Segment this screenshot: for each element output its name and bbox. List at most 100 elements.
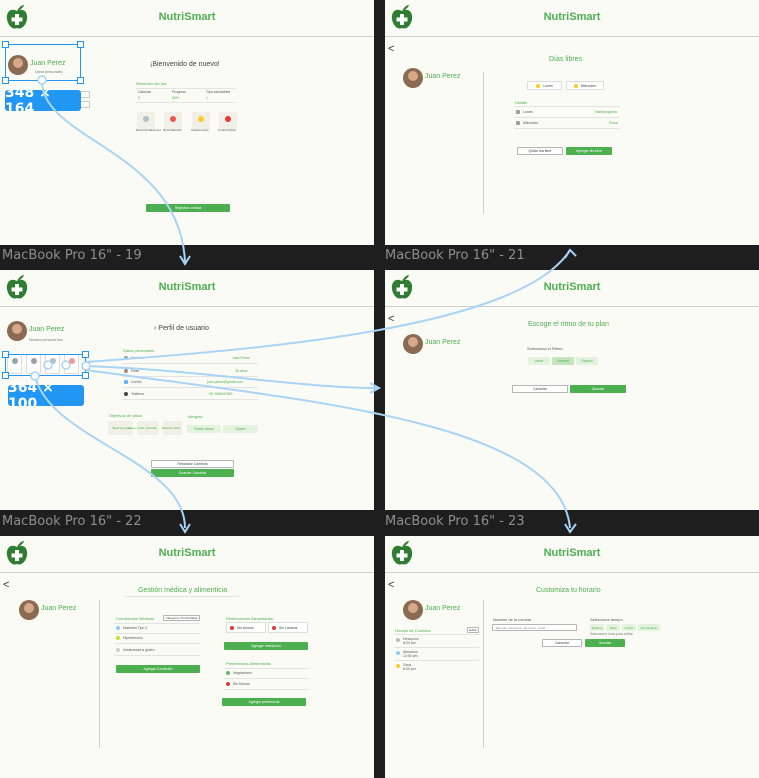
divider	[394, 660, 479, 661]
time-option[interactable]: Noche	[622, 624, 636, 631]
restore-changes-button[interactable]: Restaurar Cambios	[151, 460, 234, 468]
back-icon[interactable]: <	[388, 313, 394, 325]
title-frame	[125, 596, 239, 597]
resize-handle[interactable]	[82, 372, 89, 379]
resize-handle[interactable]	[77, 77, 84, 84]
sidebar-divider	[99, 600, 100, 748]
stat-value: 60%	[172, 96, 180, 100]
detail-food: Hamburguesa	[595, 110, 617, 114]
sidebar-divider	[483, 72, 484, 214]
save-button[interactable]: Guardar	[570, 385, 626, 393]
app-header: NutriSmart	[385, 0, 759, 37]
back-icon[interactable]: <	[388, 579, 394, 591]
arrow-head-icon	[564, 523, 577, 534]
page-title: Customiza tu horario	[536, 587, 601, 594]
condition-item: Intolerancia a gluten	[123, 648, 155, 652]
edit-schedule-button[interactable]: Editar	[467, 627, 479, 633]
resize-handle[interactable]	[2, 41, 9, 48]
bread-icon	[116, 648, 120, 652]
app-title: NutriSmart	[158, 11, 216, 23]
time-option[interactable]: Tarde	[606, 624, 620, 631]
register-meal-button[interactable]: Registrar comida	[146, 204, 230, 212]
resize-handle[interactable]	[77, 41, 84, 48]
add-preference-button[interactable]: Agregar preferencia	[222, 698, 306, 706]
add-restriction-button[interactable]: Agregar restricción	[224, 642, 308, 650]
mail-icon	[124, 380, 128, 384]
allergy-chip[interactable]: Gluten	[223, 425, 258, 433]
restriction-label: Sin Azúcar	[237, 625, 254, 630]
resize-handle[interactable]	[2, 351, 9, 358]
pace-option[interactable]: Rápido	[576, 357, 598, 365]
add-condition-button[interactable]: Agregar Condición	[116, 665, 200, 673]
calendar-icon	[516, 110, 520, 114]
droplet-icon	[116, 626, 120, 630]
chart-icon	[143, 116, 149, 122]
goal-chip[interactable]: Mejorar salud	[162, 421, 182, 435]
time-label: Selecciona tiempo	[590, 617, 623, 622]
resize-handle[interactable]	[2, 77, 9, 84]
frame-label: MacBook Pro 16" - 21	[385, 248, 525, 263]
frame-schedule[interactable]: NutriSmart < Juan Perez Customiza tu hor…	[385, 536, 759, 778]
avatar	[19, 600, 39, 620]
divider	[114, 633, 201, 634]
app-header: NutriSmart	[0, 0, 374, 37]
cancel-button[interactable]: Cancelar	[542, 639, 582, 647]
day-chip[interactable]: Lunes	[527, 81, 562, 90]
card-label: Suplementos	[191, 128, 209, 132]
avatar	[7, 321, 27, 341]
leaf-icon	[226, 671, 230, 675]
save-button[interactable]: Guardar	[585, 639, 625, 647]
day-label: Lunes	[543, 83, 553, 88]
app-title: NutriSmart	[158, 281, 216, 293]
divider	[122, 376, 258, 377]
selection-box[interactable]	[5, 44, 81, 81]
welcome-heading: ¡Bienvenido de nuevo!	[150, 61, 220, 68]
resize-handle[interactable]	[2, 372, 9, 379]
preference-item: Sin frituras	[233, 682, 250, 686]
divider	[514, 106, 620, 107]
detail-title: Detalle	[515, 100, 528, 105]
goal-chip[interactable]: Ganar masa muscular	[127, 421, 159, 435]
page-title-text: Perfil de usuario	[158, 325, 209, 332]
sidebar-divider	[483, 600, 484, 748]
arrow-head-icon	[179, 523, 191, 534]
allergy-chip[interactable]: Frutos secos	[187, 425, 221, 433]
design-canvas: NutriSmart Juan Perez Datos personales ¡…	[0, 0, 759, 778]
add-free-day-button[interactable]: Agregar día libre	[566, 147, 612, 155]
detail-food: Pizza	[609, 121, 618, 125]
day-chip[interactable]: Miércoles	[566, 81, 604, 90]
frame-medical[interactable]: NutriSmart < Juan Perez Gestión médica y…	[0, 536, 374, 778]
divider	[114, 655, 201, 656]
meal-name-input[interactable]: Ejemplo: Desayuno, Almuerzo, Cena	[492, 624, 577, 631]
time-option[interactable]: Mañana	[590, 624, 604, 631]
cake-icon	[124, 369, 128, 373]
meal-time: 6:30 pm	[403, 667, 416, 671]
moon-icon	[396, 664, 400, 668]
field-label: Teléfono	[131, 392, 145, 396]
restriction-chip[interactable]: Sin Azúcar	[226, 622, 266, 633]
personal-title: Datos personales	[123, 348, 155, 353]
day-label: Miércoles	[581, 83, 596, 88]
stat-label: Calorías	[138, 90, 152, 94]
frame-label: MacBook Pro 16" - 22	[2, 514, 142, 529]
save-changes-button[interactable]: Guardar Cambios	[151, 469, 234, 477]
back-icon[interactable]: <	[3, 579, 9, 591]
app-header: NutriSmart	[385, 536, 759, 573]
pace-option[interactable]: Lento	[528, 357, 550, 365]
frame-free-days[interactable]: NutriSmart < Juan Perez Días libres Lune…	[385, 0, 759, 245]
selection-box[interactable]	[5, 354, 86, 376]
frame-pace[interactable]: NutriSmart < Juan Perez Escoge el ritmo …	[385, 270, 759, 510]
restriction-chip[interactable]: Sin Lácteos	[268, 622, 308, 633]
remove-free-day-button[interactable]: Quitar día libre	[517, 147, 563, 155]
pace-option-selected[interactable]: Normal	[552, 357, 574, 365]
cancel-button[interactable]: Cancelar	[512, 385, 568, 393]
resize-handle[interactable]	[82, 351, 89, 358]
frame-home[interactable]: NutriSmart Juan Perez Datos personales ¡…	[0, 0, 374, 245]
restrictions-title: Restricciones Alimentarias	[226, 616, 273, 621]
back-icon[interactable]: <	[388, 43, 394, 55]
summary-title: Resumen del día	[136, 81, 167, 86]
conditions-filter-select[interactable]: Categoría / Profundidad	[163, 615, 200, 621]
dimension-badge: 364 × 100	[8, 380, 84, 412]
app-header: NutriSmart	[0, 536, 374, 573]
time-option[interactable]: Personalizar	[638, 624, 660, 631]
